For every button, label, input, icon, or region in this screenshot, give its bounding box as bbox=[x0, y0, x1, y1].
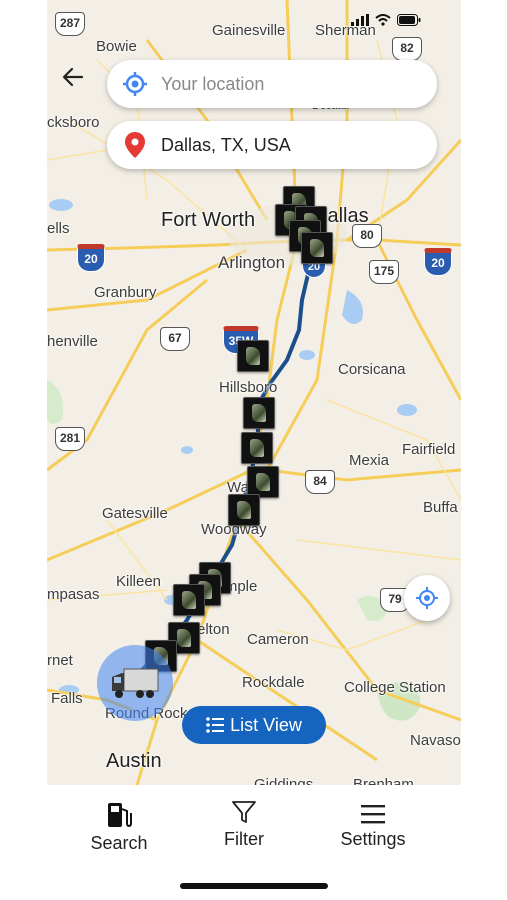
list-view-label: List View bbox=[230, 714, 302, 735]
list-icon bbox=[206, 717, 225, 733]
destination-input[interactable]: Dallas, TX, USA bbox=[107, 121, 437, 169]
highway-shield: 20 bbox=[77, 244, 105, 272]
city-label: Navaso bbox=[410, 732, 461, 749]
city-label: ells bbox=[47, 220, 70, 237]
city-label: cksboro bbox=[47, 114, 100, 131]
city-label: henville bbox=[47, 333, 98, 350]
highway-shield: 287 bbox=[55, 12, 85, 36]
fuel-stop-marker[interactable] bbox=[237, 340, 269, 372]
city-label: Fort Worth bbox=[161, 209, 256, 231]
city-label: Buffa bbox=[423, 499, 458, 516]
highway-shield: 80 bbox=[352, 224, 382, 248]
city-label: Bowie bbox=[96, 38, 137, 55]
highway-shield: 281 bbox=[55, 427, 85, 451]
highway-shield: 20 bbox=[424, 248, 452, 276]
tab-settings[interactable]: Settings bbox=[323, 797, 423, 850]
arrow-left-icon bbox=[62, 67, 84, 87]
city-label: mpasas bbox=[47, 586, 100, 603]
truck-icon bbox=[112, 668, 159, 698]
home-indicator bbox=[180, 883, 328, 889]
battery-icon bbox=[397, 14, 421, 26]
status-bar bbox=[351, 14, 421, 26]
city-label: Falls bbox=[51, 690, 83, 707]
city-label: Fairfield bbox=[402, 441, 456, 458]
city-label: rnet bbox=[47, 652, 73, 669]
tab-filter[interactable]: Filter bbox=[194, 797, 294, 850]
back-button[interactable] bbox=[59, 66, 87, 94]
tab-label: Settings bbox=[340, 829, 406, 849]
signal-icon bbox=[351, 14, 369, 26]
city-label: Gatesville bbox=[102, 505, 168, 522]
highway-shield: 67 bbox=[160, 327, 190, 351]
city-label: Corsicana bbox=[338, 361, 406, 378]
filter-icon bbox=[194, 797, 294, 825]
my-location-icon bbox=[121, 70, 149, 98]
location-pin-icon bbox=[121, 131, 149, 159]
city-label: College Station bbox=[344, 679, 446, 696]
city-label: Hillsboro bbox=[219, 379, 278, 396]
city-label: Rockdale bbox=[242, 674, 305, 691]
origin-input[interactable]: Your location bbox=[107, 60, 437, 108]
tab-label: Filter bbox=[224, 829, 264, 849]
tab-search[interactable]: Search bbox=[69, 797, 169, 854]
city-label: Gainesville bbox=[212, 22, 286, 39]
city-label: Giddings bbox=[254, 776, 314, 785]
tab-label: Search bbox=[90, 833, 148, 853]
current-location-marker[interactable] bbox=[97, 645, 173, 721]
recenter-button[interactable] bbox=[404, 575, 450, 621]
city-label: Arlington bbox=[218, 253, 286, 272]
fuel-stop-marker[interactable] bbox=[243, 397, 275, 429]
city-label: Granbury bbox=[94, 284, 157, 301]
list-view-button[interactable]: List View bbox=[182, 706, 326, 744]
highway-shield: 175 bbox=[369, 260, 399, 284]
city-label: Brenham bbox=[353, 776, 414, 785]
menu-icon bbox=[323, 797, 423, 825]
fuel-stop-marker[interactable] bbox=[173, 584, 205, 616]
app-screen: Gainesville Sherman Bowie Decatur cksbor… bbox=[47, 0, 461, 900]
city-label: Mexia bbox=[349, 452, 390, 469]
city-label: Killeen bbox=[116, 573, 162, 590]
crosshair-icon bbox=[416, 587, 438, 609]
highway-shield: 82 bbox=[392, 37, 422, 61]
fuel-stop-marker[interactable] bbox=[301, 232, 333, 264]
fuel-stop-marker[interactable] bbox=[228, 494, 260, 526]
city-label: Austin bbox=[106, 750, 162, 772]
city-label: Cameron bbox=[247, 631, 309, 648]
origin-placeholder: Your location bbox=[161, 73, 265, 94]
fuel-pump-icon bbox=[69, 797, 169, 829]
highway-shield: 84 bbox=[305, 470, 335, 494]
wifi-icon bbox=[375, 14, 391, 26]
fuel-stop-marker[interactable] bbox=[241, 432, 273, 464]
destination-value: Dallas, TX, USA bbox=[161, 134, 291, 155]
